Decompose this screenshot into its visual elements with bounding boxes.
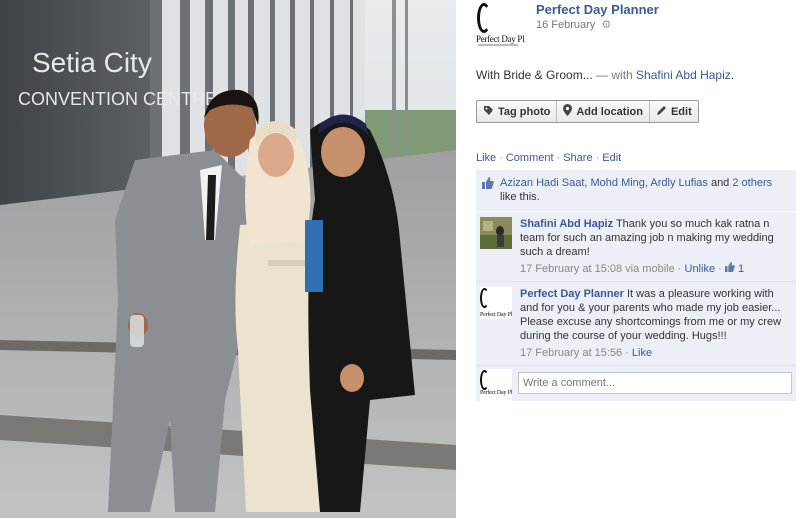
comment-like-link[interactable]: Like (632, 347, 652, 359)
logo-text: Perfect Day Pl (476, 34, 525, 44)
comment-input[interactable] (518, 372, 792, 394)
separator: · (595, 152, 600, 164)
unlike-link[interactable]: Unlike (685, 263, 716, 275)
tag-photo-label: Tag photo (498, 105, 551, 118)
sign-line-1: Setia City (32, 47, 152, 78)
commenter-avatar[interactable] (480, 217, 512, 249)
post-date: 16 February ⚙ (536, 18, 611, 31)
separator: · (499, 152, 503, 164)
pencil-icon (656, 105, 667, 119)
comment-composer: Perfect Day Pl (476, 365, 796, 401)
logo-text: Perfect Day Pl (480, 390, 512, 396)
feedback-links: Like · Comment · Share · Edit (476, 152, 621, 164)
page-name-link[interactable]: Perfect Day Planner (536, 2, 659, 17)
tagged-person-link[interactable]: Shafini Abd Hapiz (636, 68, 731, 82)
caption-with: — with (592, 68, 637, 82)
page-avatar[interactable]: Perfect Day Pl (476, 3, 526, 49)
add-location-label: Add location (576, 105, 643, 118)
tag-icon (483, 105, 494, 119)
like-link[interactable]: Like (476, 152, 496, 164)
likers-names-link[interactable]: Azizan Hadi Saat, Mohd Ming, Ardly Lufia… (500, 177, 708, 189)
photo-sidebar: Perfect Day Pl Perfect Day Planner 16 Fe… (476, 0, 798, 518)
sign-line-2: CONVENTION CENTRE (18, 89, 217, 109)
comment-item: Shafini Abd Hapiz Thank you so much kak … (476, 211, 796, 281)
composer-avatar: Perfect Day Pl (480, 369, 512, 401)
comment-author-link[interactable]: Perfect Day Planner (520, 288, 624, 300)
comment-item: Perfect Day Pl Perfect Day Planner It wa… (476, 281, 796, 365)
logo-mark (477, 3, 491, 33)
photo-caption: With Bride & Groom... — with Shafini Abd… (476, 68, 734, 82)
comment-timestamp: 17 February at 15:08 via mobile (520, 263, 675, 275)
wedding-photo: Setia City CONVENTION CENTRE (0, 0, 456, 518)
thumbs-up-icon (724, 262, 735, 275)
comment-meta: 17 February at 15:56 · Like (520, 346, 790, 360)
caption-text: With Bride & Groom... (476, 68, 593, 82)
separator: · (718, 263, 725, 275)
caption-period: . (730, 68, 735, 82)
feedback-panel: Azizan Hadi Saat, Mohd Ming, Ardly Lufia… (476, 170, 796, 401)
comment-link[interactable]: Comment (506, 152, 554, 164)
comment-like-count[interactable]: 1 (724, 262, 745, 275)
likes-suffix: like this. (500, 191, 540, 203)
add-location-button[interactable]: Add location (557, 101, 650, 122)
timestamp-link[interactable]: 16 February (536, 19, 595, 31)
separator: · (677, 263, 685, 275)
comment-timestamp: 17 February at 15:56 (520, 347, 623, 359)
logo-mark (480, 370, 489, 390)
edit-label: Edit (670, 105, 692, 118)
comment-author-link[interactable]: Shafini Abd Hapiz (520, 218, 613, 230)
likes-summary: Azizan Hadi Saat, Mohd Ming, Ardly Lufia… (476, 170, 796, 211)
thumbs-up-icon (482, 177, 494, 189)
like-count-value: 1 (737, 263, 745, 275)
logo-underline (478, 44, 518, 46)
photo-viewer[interactable]: Setia City CONVENTION CENTRE (0, 0, 456, 518)
photo-actions-bar: Tag photo Add location Edit (476, 100, 699, 123)
location-pin-icon (563, 104, 573, 119)
logo-text: Perfect Day Pl (480, 312, 512, 318)
others-link[interactable]: 2 others (732, 177, 772, 189)
likes-and: and (707, 177, 733, 189)
commenter-avatar[interactable]: Perfect Day Pl (480, 287, 512, 319)
gear-icon[interactable]: ⚙ (601, 18, 611, 31)
separator: · (625, 347, 632, 359)
edit-link[interactable]: Edit (602, 152, 621, 164)
logo-mark (480, 288, 489, 308)
comment-meta: 17 February at 15:08 via mobile · Unlike… (520, 262, 790, 276)
edit-button[interactable]: Edit (650, 101, 698, 122)
tag-photo-button[interactable]: Tag photo (477, 101, 558, 122)
separator: · (556, 152, 561, 164)
share-link[interactable]: Share (563, 152, 592, 164)
